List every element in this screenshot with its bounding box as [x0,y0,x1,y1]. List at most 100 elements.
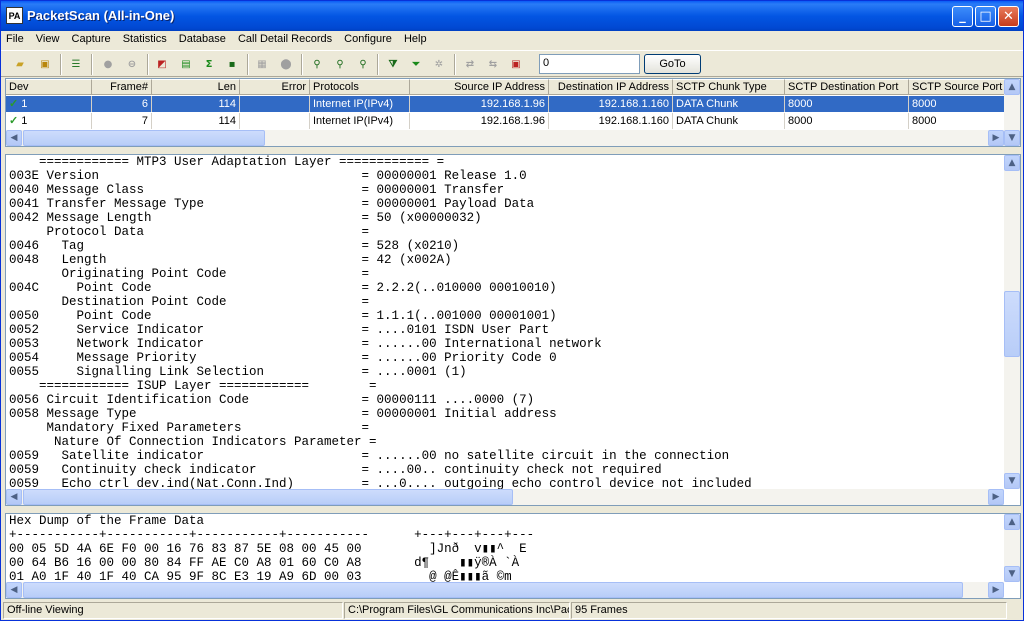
scroll-left-icon[interactable]: ◀ [6,489,22,505]
decode-line[interactable]: ============ ISUP Layer ============ = [9,379,752,393]
round-icon[interactable]: ⬤ [275,54,297,75]
clear-filter-icon[interactable]: ✲ [428,54,450,75]
decode-line[interactable]: 0056 Circuit Identification Code = 00000… [9,393,752,407]
stop-capture-icon[interactable]: ⊖ [121,54,143,75]
decode-line[interactable]: 0055 Signalling Link Selection = ....000… [9,365,752,379]
decode-line[interactable]: Originating Point Code = [9,267,752,281]
set-filter-icon[interactable]: ⧩ [382,54,404,75]
scroll-right-icon[interactable]: ▶ [988,130,1004,146]
decode-line[interactable]: 0059 Continuity check indicator = ....00… [9,463,752,477]
scroll-left-icon[interactable]: ◀ [6,582,22,598]
decode-line[interactable]: 0054 Message Priority = ......00 Priorit… [9,351,752,365]
reassemble-icon[interactable]: ⇆ [482,54,504,75]
scroll-right-icon[interactable]: ▶ [988,582,1004,598]
scroll-down-icon[interactable]: ▼ [1004,566,1020,582]
decode-line[interactable]: Protocol Data = [9,225,752,239]
scroll-down-icon[interactable]: ▼ [1004,130,1020,146]
hex-line[interactable]: Hex Dump of the Frame Data [9,514,534,528]
packet-list-hscrollbar[interactable]: ◀ ▶ [6,130,1004,146]
decode-line[interactable]: 0041 Transfer Message Type = 00000001 Pa… [9,197,752,211]
column-error[interactable]: Error [240,79,310,95]
column-frame[interactable]: Frame# [92,79,152,95]
decode-line[interactable]: 0050 Point Code = 1.1.1(..001000 0000100… [9,309,752,323]
decode-line[interactable]: 0048 Length = 42 (x002A) [9,253,752,267]
decode-line[interactable]: ============ MTP3 User Adaptation Layer … [9,155,752,169]
decode-line[interactable]: 0053 Network Indicator = ......00 Intern… [9,337,752,351]
scroll-down-icon[interactable]: ▼ [1004,473,1020,489]
pda-icon[interactable]: ▣ [505,54,527,75]
summary-icon[interactable]: Σ [198,54,220,75]
scroll-thumb[interactable] [23,582,963,598]
status-frames: 95 Frames [571,602,1007,619]
export-icon[interactable]: ▤ [175,54,197,75]
decode-line[interactable]: Mandatory Fixed Parameters = [9,421,752,435]
menu-file[interactable]: File [1,31,28,45]
goto-button[interactable]: GoTo [644,54,701,74]
filter-list-icon[interactable]: ☰ [65,54,87,75]
decode-icon[interactable]: ⇄ [459,54,481,75]
decode-line[interactable]: 0052 Service Indicator = ....0101 ISDN U… [9,323,752,337]
column-protocols[interactable]: Protocols [310,79,410,95]
close-button[interactable]: ✕ [998,6,1019,27]
menu-database[interactable]: Database [174,31,230,45]
open-file-icon[interactable]: ▰ [9,54,31,75]
hex-dump-pane[interactable]: Hex Dump of the Frame Data +-----------+-… [5,513,1021,599]
save-disk-icon[interactable]: ▪ [221,54,243,75]
scroll-thumb[interactable] [23,489,513,505]
decode-line[interactable]: Destination Point Code = [9,295,752,309]
menu-help[interactable]: Help [399,31,431,45]
find-icon[interactable]: ⚲ [306,54,328,75]
decode-pane[interactable]: ============ MTP3 User Adaptation Layer … [5,154,1021,506]
hex-line[interactable]: 00 64 B6 16 00 00 80 84 FF AE C0 A8 01 6… [9,556,534,570]
decode-line[interactable]: 0046 Tag = 528 (x0210) [9,239,752,253]
hex-hscrollbar[interactable]: ◀ ▶ [6,582,1004,598]
decode-hscrollbar[interactable]: ◀ ▶ [6,489,1004,505]
column-dev[interactable]: Dev [6,79,92,95]
toolbar: ▰ ▣ ☰ ● ⊖ ◩ ▤ Σ ▪ ▦ ⬤ ⚲ ⚲ ⚲ ⧩ ⏷ ✲ ⇄ ⇆ ▣ … [1,50,1023,77]
scroll-up-icon[interactable]: ▲ [1004,79,1020,95]
scroll-thumb[interactable] [1004,291,1020,357]
hex-line[interactable]: 00 05 5D 4A 6E F0 00 16 76 83 87 5E 08 0… [9,542,534,556]
column-source-ip[interactable]: Source IP Address [410,79,549,95]
column-len[interactable]: Len [152,79,240,95]
column-destination-ip[interactable]: Destination IP Address [549,79,673,95]
find-prev-icon[interactable]: ⚲ [352,54,374,75]
column-sctp-source-port[interactable]: SCTP Source Port [909,79,1006,95]
find-next-icon[interactable]: ⚲ [329,54,351,75]
scroll-left-icon[interactable]: ◀ [6,130,22,146]
decode-line[interactable]: 0059 Satellite indicator = ......00 no s… [9,449,752,463]
column-sctp-chunk-type[interactable]: SCTP Chunk Type [673,79,785,95]
packet-list-vscrollbar[interactable]: ▲ ▼ [1004,79,1020,146]
scroll-up-icon[interactable]: ▲ [1004,155,1020,171]
filter-icon[interactable]: ⏷ [405,54,427,75]
frame-number-input[interactable]: 0 [539,54,640,74]
menu-statistics[interactable]: Statistics [118,31,171,45]
table-row[interactable]: ✓ 1 6 114 Internet IP(IPv4) 192.168.1.96 … [6,96,1006,112]
call-trace-icon[interactable]: ◩ [151,54,173,75]
decode-line[interactable]: 004C Point Code = 2.2.2(..010000 0001001… [9,281,752,295]
column-sctp-destination-port[interactable]: SCTP Destination Port [785,79,909,95]
decode-vscrollbar[interactable]: ▲ ▼ [1004,155,1020,489]
hex-vscrollbar[interactable]: ▲ ▼ [1004,514,1020,582]
title-bar[interactable]: PA PacketScan (All-in-One) _ □ ✕ [1,1,1023,31]
maximize-button[interactable]: □ [975,6,996,27]
decode-line[interactable]: 0058 Message Type = 00000001 Initial add… [9,407,752,421]
menu-call-detail-records[interactable]: Call Detail Records [233,31,336,45]
decode-line[interactable]: 003E Version = 00000001 Release 1.0 [9,169,752,183]
menu-capture[interactable]: Capture [67,31,115,45]
grid-icon[interactable]: ▦ [251,54,273,75]
scroll-thumb[interactable] [23,130,265,146]
menu-configure[interactable]: Configure [339,31,396,45]
menu-bar: File View Capture Statistics Database Ca… [1,31,1023,50]
table-row[interactable]: ✓ 1 7 114 Internet IP(IPv4) 192.168.1.96 … [6,113,1006,129]
save-capture-icon[interactable]: ▣ [34,54,56,75]
start-capture-icon[interactable]: ● [97,54,119,75]
minimize-button[interactable]: _ [952,6,973,27]
decode-line[interactable]: Nature Of Connection Indicators Paramete… [9,435,752,449]
decode-line[interactable]: 0042 Message Length = 50 (x00000032) [9,211,752,225]
scroll-up-icon[interactable]: ▲ [1004,514,1020,530]
decode-line[interactable]: 0040 Message Class = 00000001 Transfer [9,183,752,197]
scroll-right-icon[interactable]: ▶ [988,489,1004,505]
menu-view[interactable]: View [31,31,64,45]
hex-line[interactable]: +-----------+-----------+-----------+---… [9,528,534,542]
